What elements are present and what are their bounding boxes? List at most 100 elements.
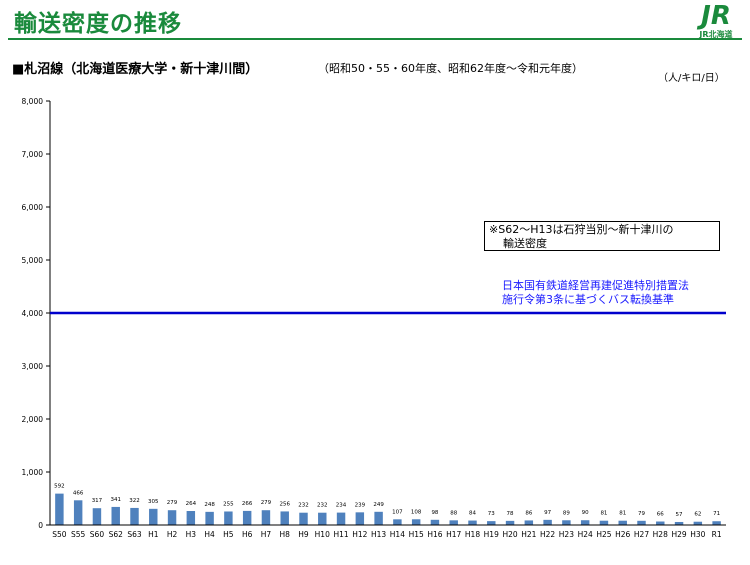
- bar-value-label: 71: [713, 511, 720, 517]
- x-tick-label: S62: [109, 530, 124, 539]
- bar-value-label: 108: [411, 509, 422, 515]
- bar-value-label: 84: [469, 511, 476, 517]
- bar-value-label: 88: [450, 510, 457, 516]
- bar: [468, 520, 477, 525]
- x-tick-label: H18: [465, 530, 480, 539]
- bar-value-label: 89: [563, 510, 570, 516]
- bar: [205, 511, 214, 525]
- bar: [618, 520, 627, 525]
- x-tick-label: S55: [71, 530, 86, 539]
- bar-value-label: 266: [242, 501, 253, 507]
- bar-value-label: 255: [223, 501, 234, 507]
- bar: [186, 511, 196, 525]
- bar: [712, 521, 721, 525]
- bar-value-label: 232: [298, 503, 309, 509]
- bar: [242, 510, 252, 525]
- bar-value-label: 86: [525, 510, 532, 516]
- bar: [280, 511, 289, 525]
- bar: [167, 510, 177, 525]
- bar-value-label: 81: [619, 511, 626, 517]
- x-tick-label: H12: [352, 530, 367, 539]
- x-tick-label: H21: [521, 530, 536, 539]
- bar-value-label: 322: [129, 498, 140, 504]
- threshold-label-line2: 施行令第3条に基づくバス転換基準: [502, 293, 674, 306]
- bar: [92, 508, 102, 525]
- bar: [599, 520, 609, 525]
- x-tick-label: H29: [671, 530, 686, 539]
- bar-value-label: 57: [676, 512, 683, 518]
- bar-value-label: 466: [73, 490, 84, 496]
- bar-value-label: 232: [317, 503, 328, 509]
- x-tick-label: H1: [148, 530, 159, 539]
- bar: [130, 507, 139, 525]
- x-tick-label: S60: [90, 530, 105, 539]
- x-tick-label: H6: [242, 530, 253, 539]
- y-tick-label: 8,000: [22, 97, 44, 106]
- y-tick-label: 4,000: [22, 309, 44, 318]
- bar-value-label: 279: [167, 500, 178, 506]
- bar: [374, 511, 383, 525]
- bar-value-label: 73: [488, 511, 495, 517]
- bar-value-label: 341: [110, 497, 121, 503]
- bar-value-label: 279: [261, 500, 272, 506]
- bar-value-label: 62: [694, 512, 701, 518]
- x-tick-label: H2: [167, 530, 178, 539]
- x-tick-label: S63: [127, 530, 142, 539]
- x-tick-label: H16: [427, 530, 442, 539]
- x-tick-label: H19: [484, 530, 499, 539]
- x-tick-label: H30: [690, 530, 705, 539]
- bar: [449, 520, 458, 525]
- x-tick-label: H25: [596, 530, 611, 539]
- bar: [393, 519, 402, 525]
- x-tick-label: R1: [712, 530, 722, 539]
- x-tick-label: H22: [540, 530, 555, 539]
- x-tick-label: H27: [634, 530, 649, 539]
- threshold-label-line1: 日本国有鉄道経営再建促進特別措置法: [502, 279, 689, 292]
- x-tick-label: H15: [409, 530, 424, 539]
- bar-value-label: 256: [279, 501, 290, 507]
- bar-value-label: 305: [148, 499, 159, 505]
- annotation-note-line2: 輸送密度: [503, 237, 547, 250]
- x-tick-label: H23: [559, 530, 574, 539]
- bar: [318, 512, 327, 525]
- bar-value-label: 97: [544, 510, 551, 516]
- y-tick-label: 1,000: [22, 468, 44, 477]
- x-tick-label: H8: [280, 530, 291, 539]
- bar: [299, 512, 308, 525]
- bar: [149, 508, 158, 525]
- bar: [336, 512, 346, 525]
- x-tick-label: H3: [186, 530, 197, 539]
- bar-value-label: 592: [54, 484, 65, 490]
- bar-value-label: 107: [392, 509, 403, 515]
- y-tick-label: 7,000: [22, 150, 44, 159]
- x-tick-label: H7: [261, 530, 272, 539]
- y-tick-label: 5,000: [22, 256, 44, 265]
- x-tick-label: H10: [315, 530, 330, 539]
- x-tick-label: H20: [502, 530, 517, 539]
- bar: [111, 506, 120, 525]
- bar: [524, 520, 534, 525]
- x-tick-label: H5: [223, 530, 234, 539]
- bar-value-label: 79: [638, 511, 645, 517]
- x-tick-label: H17: [446, 530, 461, 539]
- bar: [261, 510, 271, 525]
- x-tick-label: H28: [653, 530, 668, 539]
- bar-value-label: 78: [507, 511, 514, 517]
- bar-value-label: 234: [336, 503, 347, 509]
- bar: [224, 511, 233, 525]
- bar: [656, 521, 665, 525]
- bar-value-label: 90: [582, 510, 589, 516]
- y-tick-label: 6,000: [22, 203, 44, 212]
- threshold-label: 日本国有鉄道経営再建促進特別措置法 施行令第3条に基づくバス転換基準: [502, 279, 689, 307]
- bar: [637, 520, 646, 525]
- bar-value-label: 239: [355, 502, 366, 508]
- x-tick-label: H4: [204, 530, 215, 539]
- bar: [411, 519, 421, 525]
- annotation-note-line1: ※S62～H13は石狩当別～新十津川の: [489, 223, 674, 236]
- y-tick-label: 3,000: [22, 362, 44, 371]
- y-tick-label: 2,000: [22, 415, 44, 424]
- bar: [505, 520, 515, 525]
- bar-value-label: 264: [186, 501, 197, 507]
- bar: [355, 512, 365, 525]
- bar-value-label: 249: [373, 502, 384, 508]
